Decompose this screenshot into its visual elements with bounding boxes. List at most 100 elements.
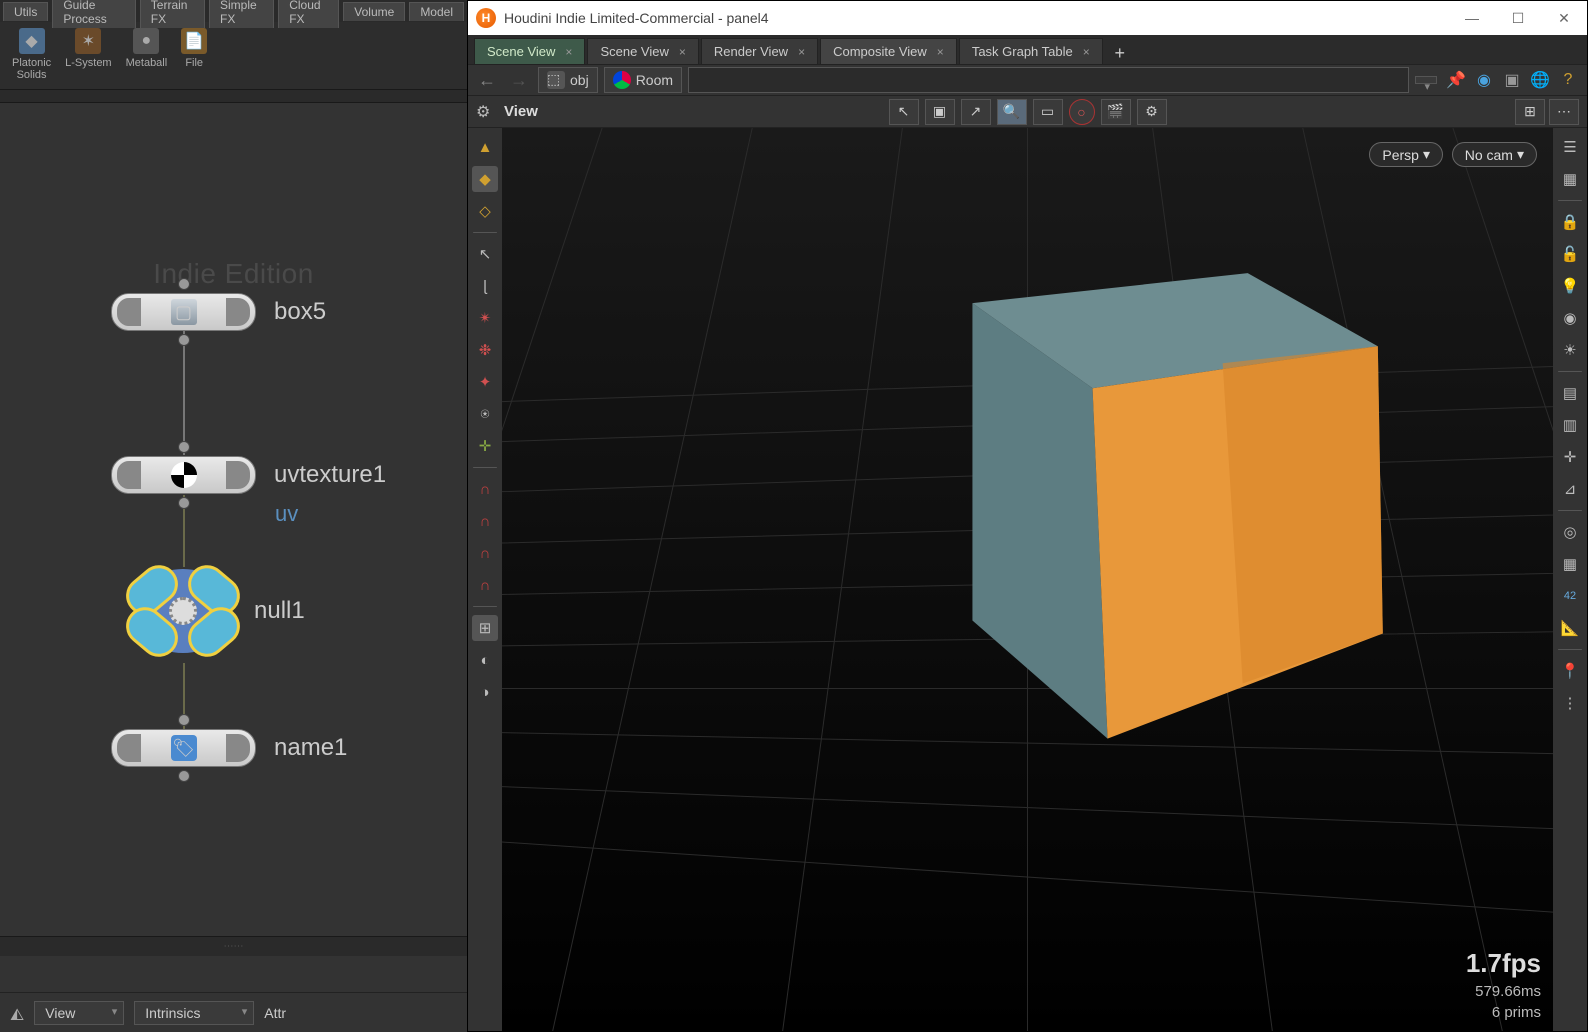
back-button[interactable]: ← xyxy=(474,67,500,93)
record-tool[interactable]: ○ xyxy=(1069,99,1095,125)
shelf-tab[interactable]: Model xyxy=(409,2,464,21)
grey-tool-1[interactable]: ⍟ xyxy=(472,401,498,427)
magnet-2[interactable]: ∩ xyxy=(472,508,498,534)
viewport[interactable]: Persp▾ No cam▾ 1.7fps 579.66ms 6 prims xyxy=(502,128,1553,1031)
measure-icon[interactable]: 📐 xyxy=(1557,615,1583,641)
port-in[interactable] xyxy=(178,441,190,453)
filter-icon[interactable]: ⧩ xyxy=(10,1004,24,1022)
node-box[interactable]: ▢ box5 xyxy=(111,293,326,331)
shelf-tab[interactable]: Guide Process xyxy=(52,0,135,28)
port-out[interactable] xyxy=(178,770,190,782)
red-tool-3[interactable]: ✦ xyxy=(472,369,498,395)
export-tool[interactable]: ↗ xyxy=(961,99,991,125)
pin-icon[interactable]: 📌 xyxy=(1443,67,1469,93)
options-tool[interactable]: ⋯ xyxy=(1549,99,1579,125)
inspect-tool[interactable]: 🔍 xyxy=(997,99,1027,125)
axis-tool[interactable]: ✛ xyxy=(472,433,498,459)
close-icon[interactable]: × xyxy=(937,45,944,59)
uv-icon[interactable]: ▦ xyxy=(1557,551,1583,577)
shade-flat-icon[interactable]: ▲ xyxy=(472,134,498,160)
port-in[interactable] xyxy=(178,278,190,290)
ortho-icon[interactable]: ⊿ xyxy=(1557,476,1583,502)
forward-button[interactable]: → xyxy=(506,67,532,93)
port-out[interactable] xyxy=(178,334,190,346)
close-icon[interactable]: × xyxy=(565,45,572,59)
red-tool-2[interactable]: ❉ xyxy=(472,337,498,363)
layout-tool[interactable]: ⊞ xyxy=(1515,99,1545,125)
misc-tool-1[interactable]: ◐ xyxy=(472,647,498,673)
shelf-item-metaball[interactable]: ●Metaball xyxy=(126,28,168,81)
tab-task-graph[interactable]: Task Graph Table× xyxy=(959,38,1103,64)
magnet-4[interactable]: ∩ xyxy=(472,572,498,598)
light-icon[interactable]: 💡 xyxy=(1557,273,1583,299)
misc-tool-2[interactable]: ◑ xyxy=(472,679,498,705)
extra-icon[interactable]: ⋮ xyxy=(1557,690,1583,716)
path-input[interactable] xyxy=(688,67,1409,93)
tab-scene-view[interactable]: Scene View× xyxy=(474,38,585,64)
persp-badge[interactable]: Persp▾ xyxy=(1369,142,1443,167)
pin2-icon[interactable]: 📍 xyxy=(1557,658,1583,684)
bg-icon[interactable]: ▤ xyxy=(1557,380,1583,406)
shelf-tab[interactable]: Utils xyxy=(3,2,48,21)
42-icon[interactable]: 42 xyxy=(1557,583,1583,609)
red-tool-1[interactable]: ✴ xyxy=(472,305,498,331)
resize-handle[interactable]: ⋯⋯ xyxy=(0,936,467,956)
bulb-icon[interactable]: ◉ xyxy=(1557,305,1583,331)
unlock-icon[interactable]: 🔓 xyxy=(1557,241,1583,267)
minimize-button[interactable]: — xyxy=(1449,1,1495,35)
lasso-tool[interactable]: ɭ xyxy=(472,273,498,299)
titlebar[interactable]: H Houdini Indie Limited-Commercial - pan… xyxy=(468,1,1587,35)
maximize-button[interactable]: ☐ xyxy=(1495,1,1541,35)
shade-smooth-icon[interactable]: ◆ xyxy=(472,166,498,192)
magnet-1[interactable]: ∩ xyxy=(472,476,498,502)
shelf-item-lsystem[interactable]: ✶L-System xyxy=(65,28,111,81)
select-tool[interactable]: ↖ xyxy=(472,241,498,267)
display-icon[interactable]: ▣ xyxy=(1499,67,1525,93)
close-button[interactable]: ✕ xyxy=(1541,1,1587,35)
gear-icon[interactable]: ⚙ xyxy=(476,102,496,122)
flipbook-tool[interactable]: 🎬 xyxy=(1101,99,1131,125)
magnet-3[interactable]: ∩ xyxy=(472,540,498,566)
view-dropdown[interactable]: View xyxy=(34,1001,124,1025)
cursor-tool[interactable]: ↖ xyxy=(889,99,919,125)
path-room[interactable]: Room xyxy=(604,67,682,93)
sun-icon[interactable]: ☀ xyxy=(1557,337,1583,363)
intrinsics-dropdown[interactable]: Intrinsics xyxy=(134,1001,254,1025)
shelf-tab[interactable]: Volume xyxy=(343,2,405,21)
tab-scene-view-2[interactable]: Scene View× xyxy=(587,38,698,64)
frame-tool[interactable]: ▭ xyxy=(1033,99,1063,125)
disp-ghost-icon[interactable]: ▦ xyxy=(1557,166,1583,192)
camera-badge[interactable]: No cam▾ xyxy=(1452,142,1537,167)
shade-wire-icon[interactable]: ◇ xyxy=(472,198,498,224)
shelf-tab[interactable]: Simple FX xyxy=(209,0,274,28)
settings-tool[interactable]: ⚙ xyxy=(1137,99,1167,125)
marker-icon[interactable]: ◎ xyxy=(1557,519,1583,545)
lock-icon[interactable]: 🔒 xyxy=(1557,209,1583,235)
help-icon[interactable]: ? xyxy=(1555,67,1581,93)
network-canvas[interactable]: Indie Edition ▢ box5 uvtexture1 uv null1… xyxy=(0,103,467,933)
link-icon[interactable]: ◉ xyxy=(1471,67,1497,93)
node-null[interactable] xyxy=(128,563,238,659)
shelf-tab[interactable]: Cloud FX xyxy=(278,0,339,28)
port-out[interactable] xyxy=(178,497,190,509)
tab-composite-view[interactable]: Composite View× xyxy=(820,38,957,64)
path-history-dropdown[interactable] xyxy=(1415,76,1437,84)
port-in[interactable] xyxy=(178,714,190,726)
close-icon[interactable]: × xyxy=(1083,45,1090,59)
world-icon[interactable]: 🌐 xyxy=(1527,67,1553,93)
snapshot-tool[interactable]: ▣ xyxy=(925,99,955,125)
construction-plane[interactable]: ⊞ xyxy=(472,615,498,641)
node-uvtexture[interactable]: uvtexture1 xyxy=(111,456,386,494)
shelf-item-platonic[interactable]: ◆Platonic Solids xyxy=(12,28,51,81)
fg-icon[interactable]: ▥ xyxy=(1557,412,1583,438)
add-tab-button[interactable]: + xyxy=(1109,42,1131,64)
axis-icon[interactable]: ✛ xyxy=(1557,444,1583,470)
disp-list-icon[interactable]: ☰ xyxy=(1557,134,1583,160)
close-icon[interactable]: × xyxy=(679,45,686,59)
shelf-tab[interactable]: Terrain FX xyxy=(140,0,205,28)
node-name[interactable]: 🏷 name1 xyxy=(111,729,347,767)
path-obj[interactable]: ⬚obj xyxy=(538,67,598,93)
shelf-item-file[interactable]: 📄File xyxy=(181,28,207,81)
close-icon[interactable]: × xyxy=(798,45,805,59)
tab-render-view[interactable]: Render View× xyxy=(701,38,818,64)
